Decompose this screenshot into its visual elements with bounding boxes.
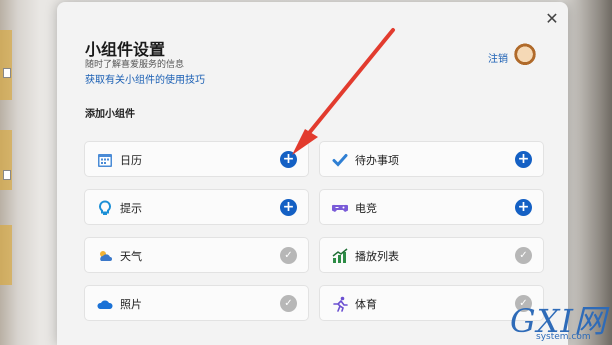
watermark: GXI网 system.com bbox=[510, 296, 607, 342]
annotation-arrow bbox=[292, 28, 395, 155]
watermark-site: system.com bbox=[536, 332, 591, 342]
